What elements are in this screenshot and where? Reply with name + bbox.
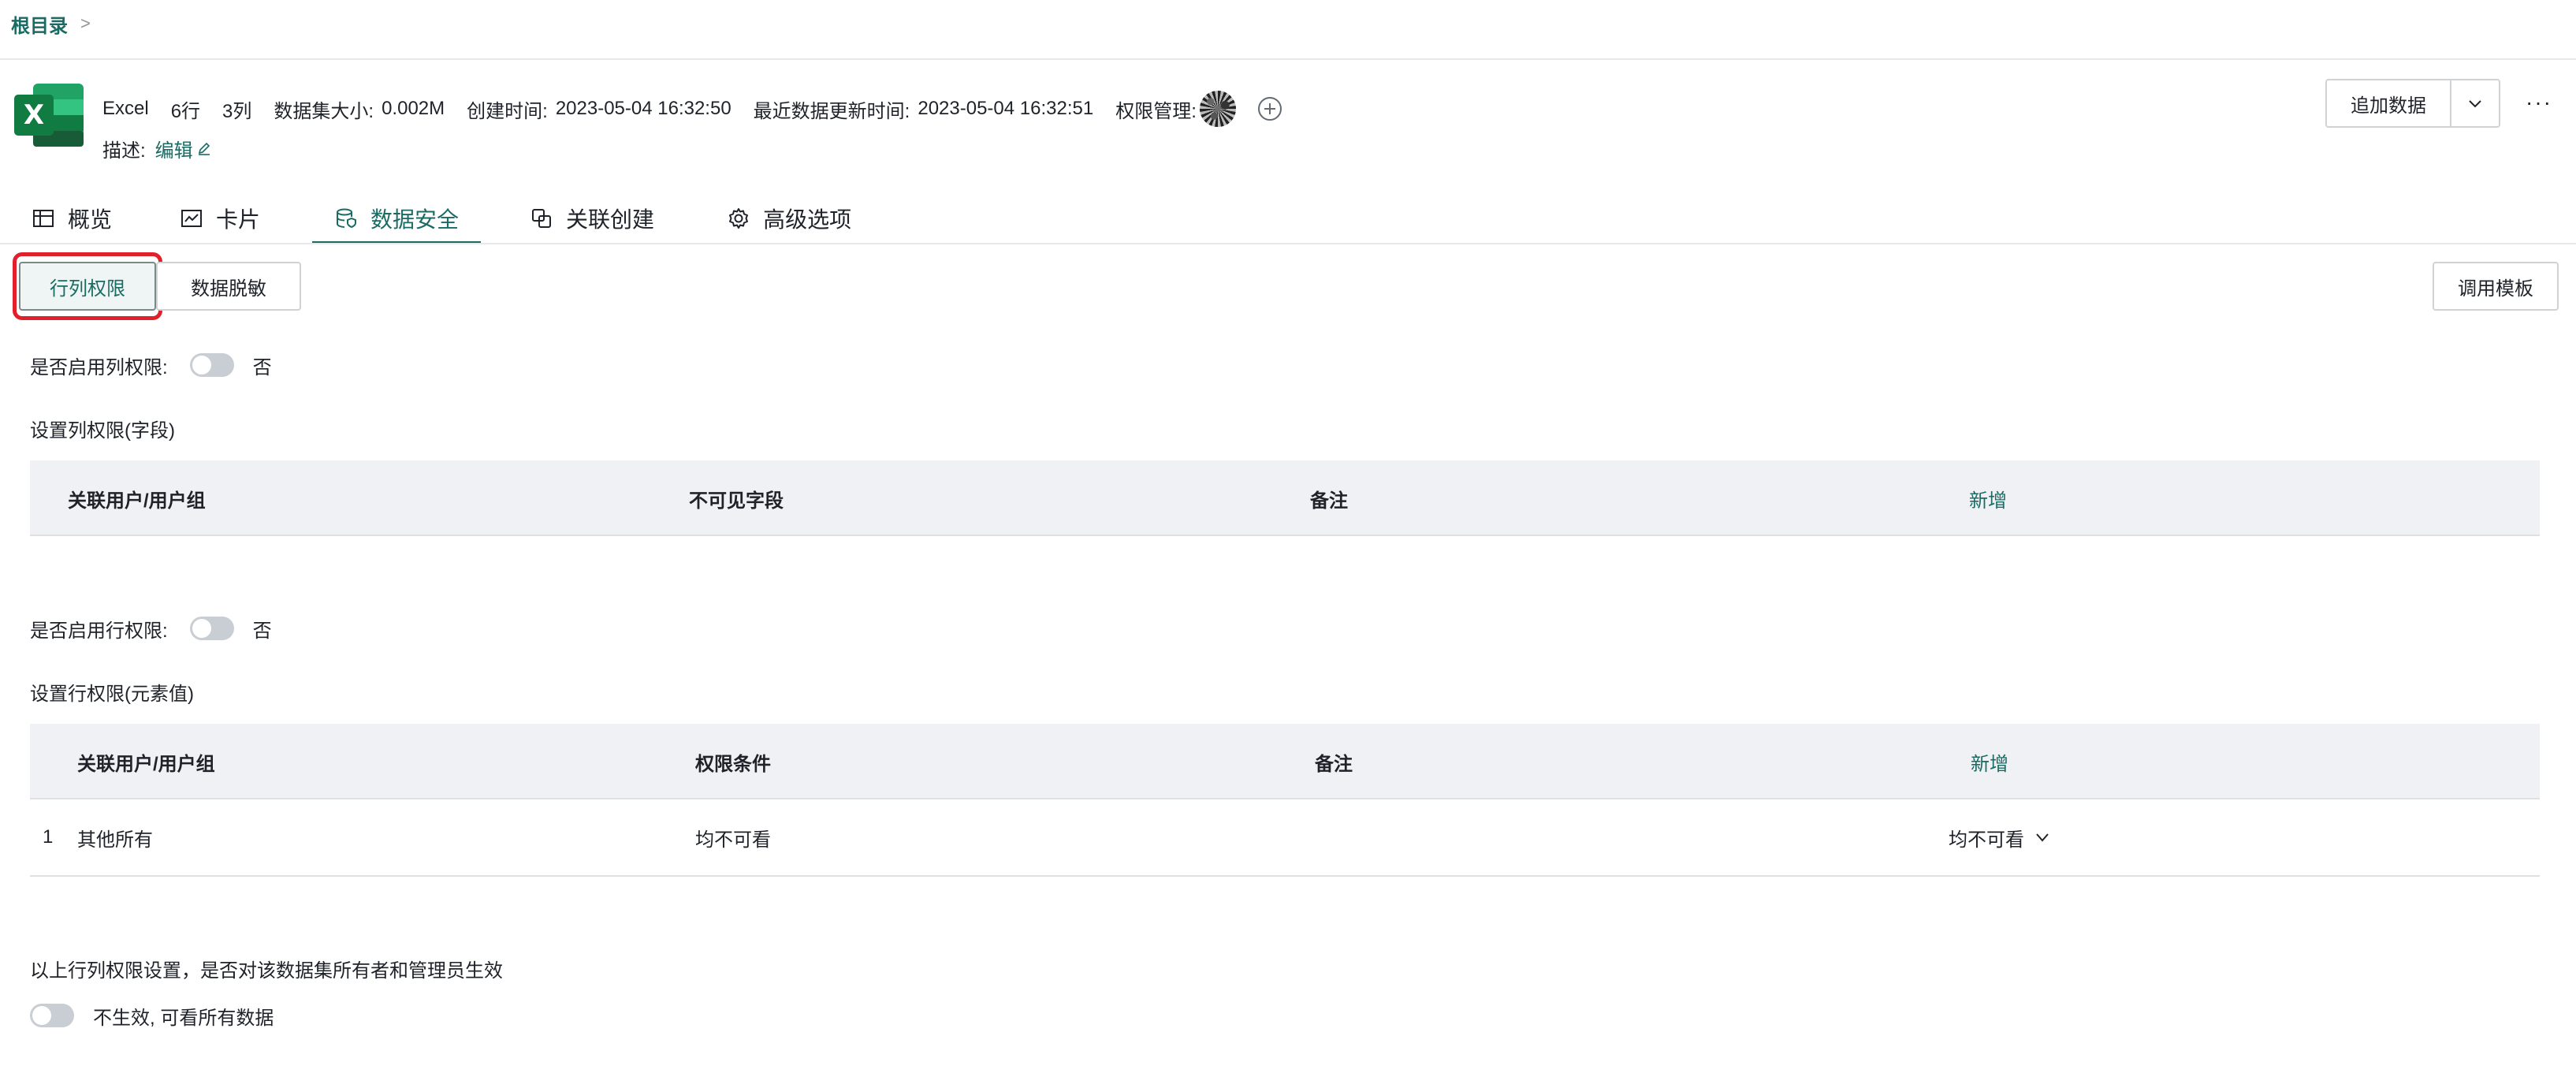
chart-line-icon [181, 210, 203, 227]
tab-cards[interactable]: 卡片 [178, 194, 262, 243]
tab-data-security-label: 数据安全 [370, 207, 460, 232]
tab-advanced-label: 高级选项 [763, 207, 852, 232]
apply-template-button[interactable]: 调用模板 [2433, 262, 2559, 311]
row-user: 其他所有 [77, 829, 153, 851]
column-header-notes: 备注 [1310, 490, 1348, 512]
row-permission-add-link[interactable]: 新增 [1971, 724, 2008, 799]
column-permission-table-header: 关联用户/用户组 不可见字段 备注 新增 [30, 460, 2540, 536]
header-divider [0, 58, 2576, 60]
row-condition: 均不可看 [695, 829, 771, 851]
breadcrumb-separator: > [80, 13, 91, 33]
column-permission-add-link[interactable]: 新增 [1969, 460, 2007, 536]
column-permission-toggle-label: 是否启用列权限: [30, 356, 168, 378]
breadcrumb: 根目录 > [11, 9, 91, 38]
owner-setting-toggle-row: 不生效, 可看所有数据 [8, 1000, 274, 1031]
tab-cards-label: 卡片 [216, 207, 261, 232]
dataset-type: Excel [102, 98, 149, 119]
tab-divider [0, 243, 2576, 244]
description-label: 描述: [102, 140, 146, 162]
database-shield-icon [337, 208, 357, 229]
row-permission-toggle-label: 是否启用行权限: [30, 620, 168, 642]
append-data-group: 追加数据 [2325, 79, 2500, 128]
chevron-down-icon [2036, 833, 2049, 842]
row-permission-title: 设置行权限(元素值) [30, 683, 194, 705]
permission-label: 权限管理: [1115, 100, 1197, 122]
table-icon [33, 210, 54, 227]
column-permission-toggle-row: 是否启用列权限: 否 [30, 349, 272, 381]
tab-advanced[interactable]: 高级选项 [725, 194, 853, 243]
description-row: 描述: 编辑 [102, 134, 212, 162]
row-permission-table-header: 关联用户/用户组 权限条件 备注 新增 [30, 724, 2540, 799]
data-masking-button[interactable]: 数据脱敏 [156, 262, 301, 311]
row-header-notes: 备注 [1315, 753, 1353, 775]
dataset-meta: Excel 6行 3列 数据集大小: 0.002M 创建时间: 2023-05-… [102, 91, 1304, 127]
updated-time-value: 2023-05-04 16:32:51 [918, 98, 1094, 119]
row-action-dropdown[interactable]: 均不可看 [1949, 799, 2051, 875]
owner-setting-toggle[interactable] [30, 1004, 74, 1027]
tab-bar: 概览 卡片 数据安全 关联创建 高级选项 [30, 194, 853, 244]
row-permission-toggle-row: 是否启用行权限: 否 [30, 613, 272, 644]
row-header-condition: 权限条件 [695, 753, 771, 775]
dataset-size-label: 数据集大小: [274, 100, 374, 122]
column-permission-toggle-state: 否 [252, 356, 272, 378]
gear-icon [729, 208, 749, 229]
add-permission-icon[interactable] [1257, 97, 1282, 121]
row-action-label: 均不可看 [1949, 829, 2024, 851]
tab-link-create[interactable]: 关联创建 [528, 194, 656, 243]
row-header-users: 关联用户/用户组 [77, 753, 215, 775]
tab-link-create-label: 关联创建 [566, 207, 655, 232]
column-permission-toggle[interactable] [189, 353, 234, 377]
tab-data-security[interactable]: 数据安全 [312, 194, 482, 244]
owner-setting-question: 以上行列权限设置，是否对该数据集所有者和管理员生效 [30, 960, 503, 982]
dataset-cols: 3列 [222, 100, 252, 122]
row-permission-toggle[interactable] [189, 617, 234, 640]
updated-time-label: 最近数据更新时间: [753, 100, 910, 122]
created-time-label: 创建时间: [467, 100, 548, 122]
table-row: 1 其他所有 均不可看 均不可看 [30, 799, 2540, 877]
chevron-down-icon [2469, 100, 2481, 108]
dataset-rows: 6行 [170, 100, 201, 122]
edit-description-label: 编辑 [154, 140, 193, 162]
pencil-icon [198, 142, 210, 155]
append-data-button[interactable]: 追加数据 [2327, 80, 2451, 126]
row-index: 1 [43, 826, 54, 848]
owner-setting-toggle-state: 不生效, 可看所有数据 [93, 1007, 274, 1029]
append-data-dropdown[interactable] [2451, 80, 2499, 126]
column-permission-title: 设置列权限(字段) [30, 419, 175, 442]
more-options-button[interactable]: ··· [2519, 87, 2559, 118]
link-create-icon [532, 209, 552, 228]
column-header-users: 关联用户/用户组 [68, 490, 206, 512]
tab-overview[interactable]: 概览 [30, 194, 114, 243]
tab-overview-label: 概览 [68, 207, 113, 232]
breadcrumb-root-link[interactable]: 根目录 [11, 10, 68, 38]
edit-description-link[interactable]: 编辑 [155, 135, 212, 162]
row-column-permission-button[interactable]: 行列权限 [19, 262, 156, 311]
svg-text:X: X [24, 99, 44, 131]
column-header-hidden-fields: 不可见字段 [689, 490, 784, 512]
excel-icon: X [13, 82, 85, 148]
dataset-size-value: 0.002M [382, 98, 445, 119]
created-time-value: 2023-05-04 16:32:50 [555, 98, 731, 119]
row-permission-toggle-state: 否 [252, 620, 272, 642]
avatar[interactable] [1199, 91, 1236, 127]
